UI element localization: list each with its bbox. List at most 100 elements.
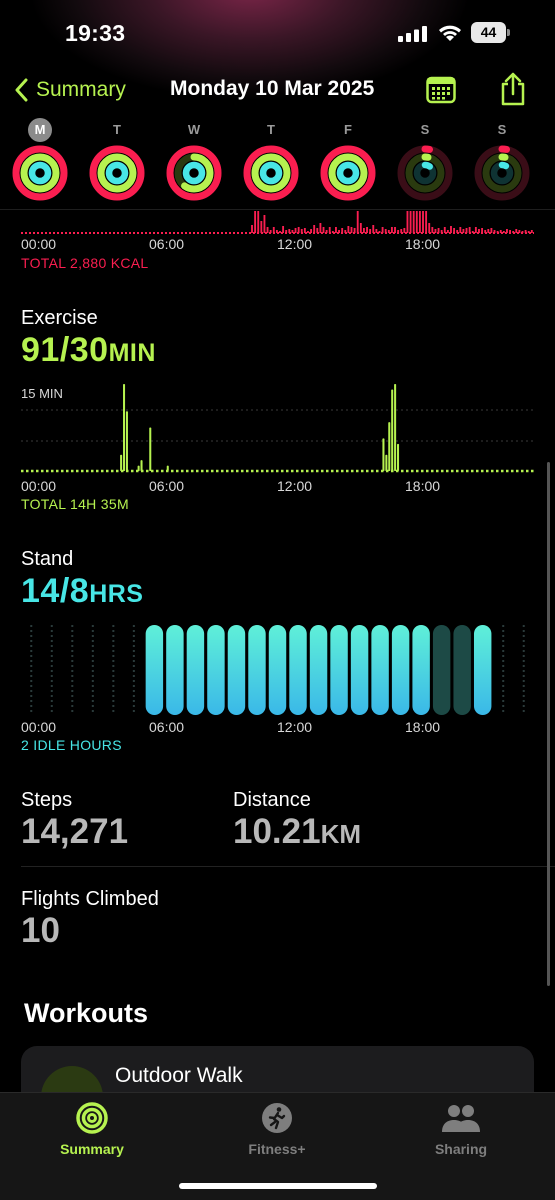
move-bar <box>471 231 474 233</box>
scrollbar[interactable] <box>547 462 550 986</box>
move-bar <box>381 227 384 233</box>
move-bar <box>269 230 272 233</box>
week-day-label: T <box>113 122 121 137</box>
move-bar <box>328 227 331 233</box>
share-icon[interactable] <box>499 72 527 106</box>
activity-rings-icon <box>320 145 376 201</box>
move-bar <box>431 227 434 233</box>
stand-hour-bar <box>330 625 348 715</box>
exercise-bar <box>120 454 123 471</box>
navigation-bar: Summary Monday 10 Mar 2025 <box>0 66 555 114</box>
home-indicator <box>179 1183 377 1189</box>
distance-unit: KM <box>320 819 362 849</box>
move-bar <box>462 229 465 233</box>
week-day[interactable]: S <box>472 118 532 202</box>
activity-rings-icon <box>12 145 68 201</box>
move-bar <box>254 211 257 233</box>
move-bar <box>412 211 415 233</box>
move-bar <box>428 223 431 233</box>
cellular-signal-icon <box>398 26 427 42</box>
move-bar <box>496 231 499 233</box>
exercise-bar <box>394 384 397 471</box>
move-bar <box>453 228 456 233</box>
move-bar <box>481 228 484 233</box>
move-bar <box>521 231 524 233</box>
move-bar <box>282 226 285 233</box>
move-bar <box>530 230 533 233</box>
week-day[interactable]: F <box>318 118 378 202</box>
exercise-chart <box>21 384 534 473</box>
week-day[interactable]: T <box>241 118 301 202</box>
move-bar <box>446 230 449 233</box>
week-day-label: T <box>267 122 275 137</box>
axis-tick: 18:00 <box>405 236 441 252</box>
move-bar <box>459 227 462 233</box>
week-day[interactable]: T <box>87 118 147 202</box>
stand-chart <box>30 625 525 715</box>
status-bar: 19:33 44 <box>0 0 555 66</box>
battery-icon: 44 <box>471 22 511 43</box>
week-day[interactable]: M <box>10 118 70 202</box>
move-bar <box>285 230 288 233</box>
move-bar <box>294 228 297 233</box>
activity-rings-icon <box>89 145 145 201</box>
move-axis: 00:00 06:00 12:00 18:00 <box>0 236 555 252</box>
stand-hour-bar <box>145 625 164 715</box>
week-day[interactable]: W <box>164 118 224 202</box>
flights-label: Flights Climbed <box>21 888 159 910</box>
exercise-bar <box>149 427 152 471</box>
stand-hour-bar <box>268 625 287 715</box>
move-bar <box>502 231 505 233</box>
move-bar <box>418 211 421 233</box>
move-bar <box>347 226 350 233</box>
axis-tick: 12:00 <box>277 719 313 735</box>
move-bar <box>300 229 303 233</box>
move-bar <box>350 227 353 233</box>
distance-value: 10.21KM <box>233 812 361 852</box>
back-button[interactable]: Summary <box>14 74 126 106</box>
move-bar <box>506 229 508 233</box>
stand-hour-bar <box>412 625 430 715</box>
axis-tick: 00:00 <box>21 236 57 252</box>
move-bar <box>487 229 490 233</box>
stand-axis: 00:00 06:00 12:00 18:00 <box>0 719 555 735</box>
calendar-icon[interactable] <box>426 76 456 104</box>
week-day[interactable]: S <box>395 118 455 202</box>
exercise-title: Exercise <box>21 307 98 329</box>
stand-hour-bar <box>207 625 225 715</box>
move-bar <box>310 229 313 233</box>
move-bar <box>331 231 334 233</box>
workouts-title: Workouts <box>24 998 149 1028</box>
move-bar <box>344 230 347 233</box>
move-bar <box>478 229 480 233</box>
tab-summary[interactable]: Summary <box>32 1101 152 1157</box>
move-bar <box>288 229 291 233</box>
stand-value: 14/8HRS <box>21 572 143 611</box>
exercise-bar <box>391 389 394 471</box>
axis-tick: 00:00 <box>21 719 57 735</box>
battery-level: 44 <box>471 22 506 43</box>
stand-hour-bar <box>227 625 246 715</box>
move-bar <box>400 229 403 233</box>
flights-value: 10 <box>21 911 60 950</box>
workout-name: Outdoor Walk <box>115 1064 243 1087</box>
move-bar <box>335 227 337 233</box>
move-bar <box>341 228 344 233</box>
move-bar <box>325 230 328 233</box>
activity-rings-icon <box>474 145 530 201</box>
exercise-value: 91/30MIN <box>21 331 156 370</box>
distance-value-number: 10.21 <box>233 812 321 851</box>
tab-sharing[interactable]: Sharing <box>401 1101 521 1157</box>
move-bar <box>266 227 269 233</box>
move-bar <box>387 230 390 233</box>
exercise-bar <box>140 460 143 471</box>
exercise-bar <box>382 438 385 471</box>
tab-fitness-plus[interactable]: Fitness+ <box>217 1101 337 1157</box>
stand-hour-bar <box>371 625 389 715</box>
move-bar <box>260 221 263 233</box>
move-bar <box>443 227 446 233</box>
tab-fitness-plus-label: Fitness+ <box>248 1141 306 1157</box>
move-bar <box>307 231 309 233</box>
move-bar <box>499 230 502 233</box>
stand-hour-bar <box>166 625 184 715</box>
